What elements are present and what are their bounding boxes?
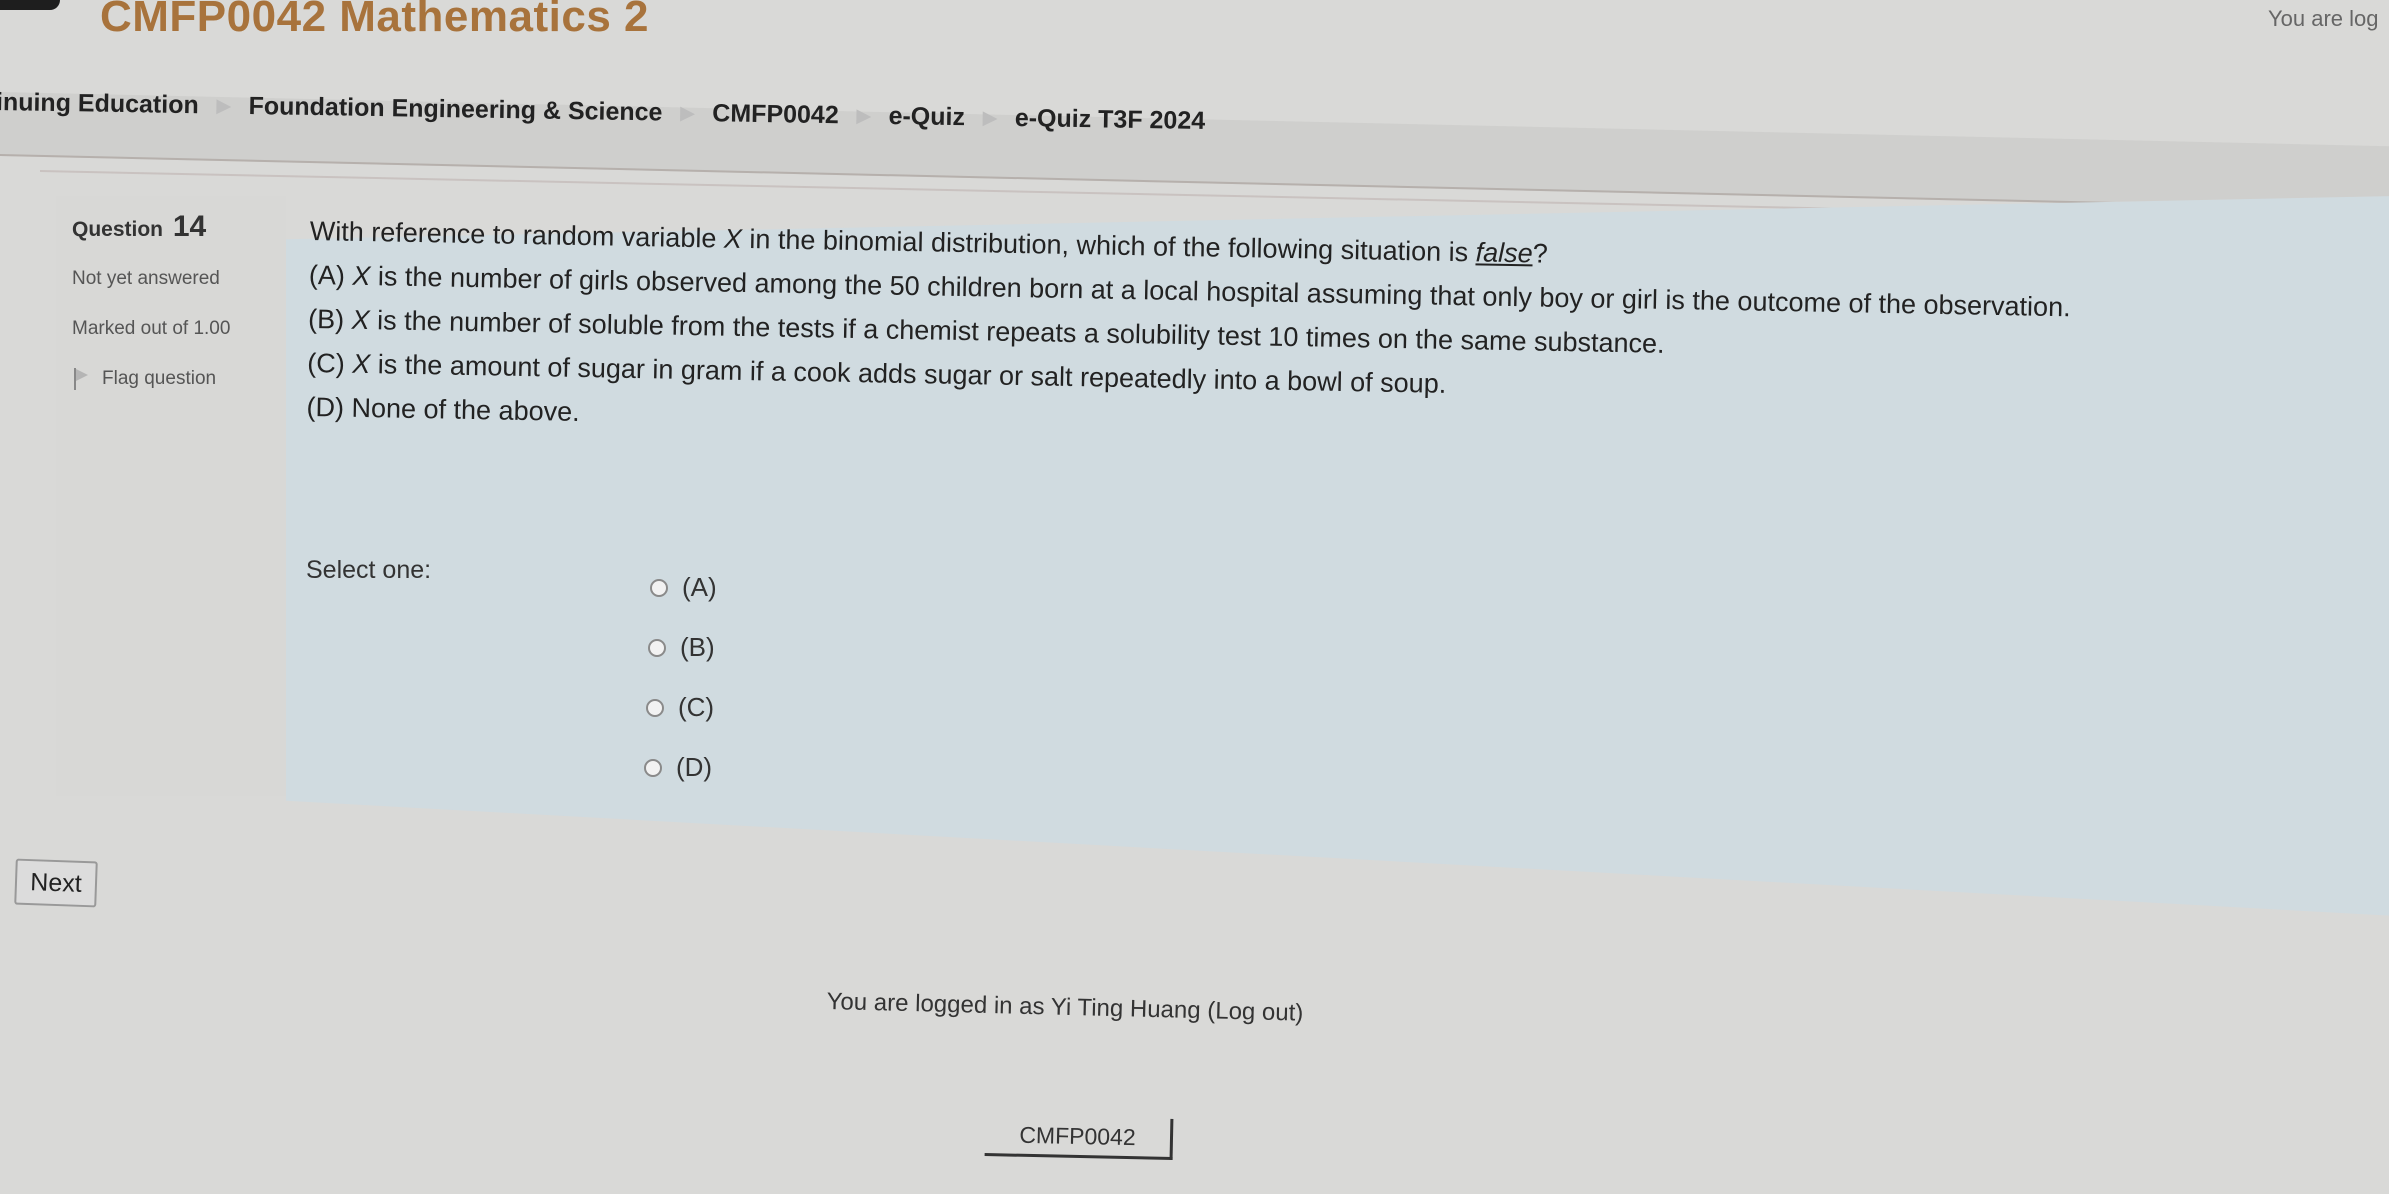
answer-option-b[interactable]: (B) [648, 632, 715, 663]
header-corner-decoration [0, 0, 60, 10]
footer-login-info: You are logged in as Yi Ting Huang (Log … [826, 988, 1304, 1027]
site-title[interactable]: CMFP0042 Mathematics 2 [100, 0, 649, 42]
radio-button[interactable] [648, 638, 666, 657]
breadcrumb-item-e-quiz[interactable]: e-Quiz [888, 102, 965, 132]
answer-option-d[interactable]: (D) [644, 752, 712, 783]
answer-option-c[interactable]: (C) [646, 692, 714, 723]
question-state: Not yet answered [72, 268, 220, 289]
question-number: Question 14 [72, 210, 206, 244]
breadcrumb-item-continuing-education[interactable]: inuing Education [0, 88, 199, 120]
question-number-label: Question [72, 218, 164, 241]
answer-label: (D) [676, 752, 713, 782]
answer-label: (B) [680, 632, 715, 662]
breadcrumb-item-course[interactable]: CMFP0042 [712, 99, 839, 130]
answer-option-a[interactable]: (A) [650, 572, 717, 603]
footer-course-link[interactable]: CMFP0042 [984, 1115, 1174, 1160]
breadcrumb-item-current-quiz[interactable]: e-Quiz T3F 2024 [1015, 104, 1206, 136]
question-text: With reference to random variable X in t… [306, 216, 2072, 470]
breadcrumb-separator-icon: ▶ [982, 107, 997, 128]
breadcrumb-separator-icon: ▶ [216, 95, 231, 116]
select-one-prompt: Select one: [306, 556, 432, 584]
radio-button[interactable] [644, 758, 662, 777]
logout-link[interactable]: (Log out) [1207, 997, 1304, 1026]
flag-icon [72, 368, 90, 390]
breadcrumb-separator-icon: ▶ [680, 102, 695, 123]
breadcrumb-separator-icon: ▶ [856, 105, 871, 126]
answer-label: (C) [678, 692, 715, 722]
question-number-value: 14 [172, 210, 207, 243]
header-login-info: You are log [2268, 6, 2379, 31]
page-header: CMFP0042 Mathematics 2 You are log [0, 0, 2389, 72]
answer-label: (A) [682, 572, 717, 602]
emphasis-false: false [1475, 237, 1534, 269]
radio-button[interactable] [650, 578, 668, 597]
radio-button[interactable] [646, 698, 664, 717]
flag-question-label: Flag question [102, 368, 217, 389]
next-button[interactable]: Next [14, 858, 98, 908]
question-grade: Marked out of 1.00 [72, 318, 231, 339]
user-profile-link[interactable]: Yi Ting Huang [1050, 993, 1200, 1024]
flag-question-button[interactable]: Flag question [72, 368, 216, 390]
